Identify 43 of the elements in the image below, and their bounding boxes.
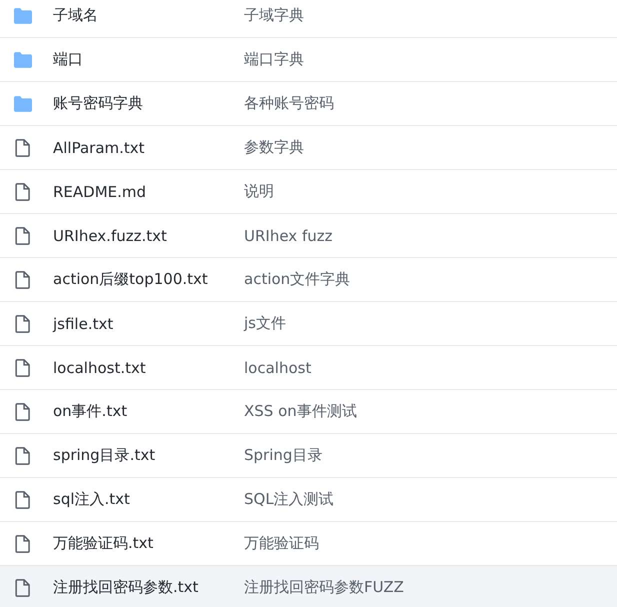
file-icon	[15, 578, 30, 596]
folder-icon	[14, 52, 32, 68]
file-description: js文件	[244, 314, 286, 333]
file-description: SQL注入测试	[244, 490, 334, 509]
file-description: 端口字典	[244, 50, 304, 69]
file-name[interactable]: 注册找回密码参数.txt	[53, 578, 244, 597]
file-description: 说明	[244, 182, 274, 201]
file-description: XSS on事件测试	[244, 402, 357, 421]
file-name[interactable]: 万能验证码.txt	[53, 534, 244, 553]
file-description: localhost	[244, 358, 312, 376]
file-name[interactable]: on事件.txt	[53, 402, 244, 421]
file-description: Spring目录	[244, 446, 322, 465]
file-name[interactable]: 账号密码字典	[53, 94, 244, 113]
file-icon	[15, 314, 30, 332]
file-description: 参数字典	[244, 138, 304, 157]
file-icon	[15, 138, 30, 156]
file-description: 万能验证码	[244, 534, 319, 553]
file-name[interactable]: action后缀top100.txt	[53, 270, 244, 289]
file-description: 子域字典	[244, 6, 304, 25]
file-name[interactable]: 子域名	[53, 6, 244, 25]
file-icon	[15, 358, 30, 376]
file-name[interactable]: README.md	[53, 182, 244, 200]
file-icon	[15, 534, 30, 552]
file-name[interactable]: spring目录.txt	[53, 446, 244, 465]
folder-icon	[14, 96, 32, 112]
file-name[interactable]: jsfile.txt	[53, 314, 244, 332]
file-name[interactable]: 端口	[53, 50, 244, 69]
file-name[interactable]: localhost.txt	[53, 358, 244, 376]
file-description: URIhex fuzz	[244, 226, 332, 244]
file-name[interactable]: URIhex.fuzz.txt	[53, 226, 244, 244]
file-icon	[15, 402, 30, 420]
folder-icon	[14, 8, 32, 24]
file-icon	[15, 446, 30, 464]
file-icon	[15, 270, 30, 288]
file-name[interactable]: AllParam.txt	[53, 138, 244, 156]
file-icon	[15, 182, 30, 200]
file-icon	[15, 226, 30, 244]
file-description: action文件字典	[244, 270, 350, 289]
file-description: 注册找回密码参数FUZZ	[244, 578, 404, 597]
file-icon	[15, 490, 30, 508]
file-name[interactable]: sql注入.txt	[53, 490, 244, 509]
file-description: 各种账号密码	[244, 94, 334, 113]
file-row[interactable]: 注册找回密码参数.txt 注册找回密码参数FUZZ	[0, 566, 617, 607]
